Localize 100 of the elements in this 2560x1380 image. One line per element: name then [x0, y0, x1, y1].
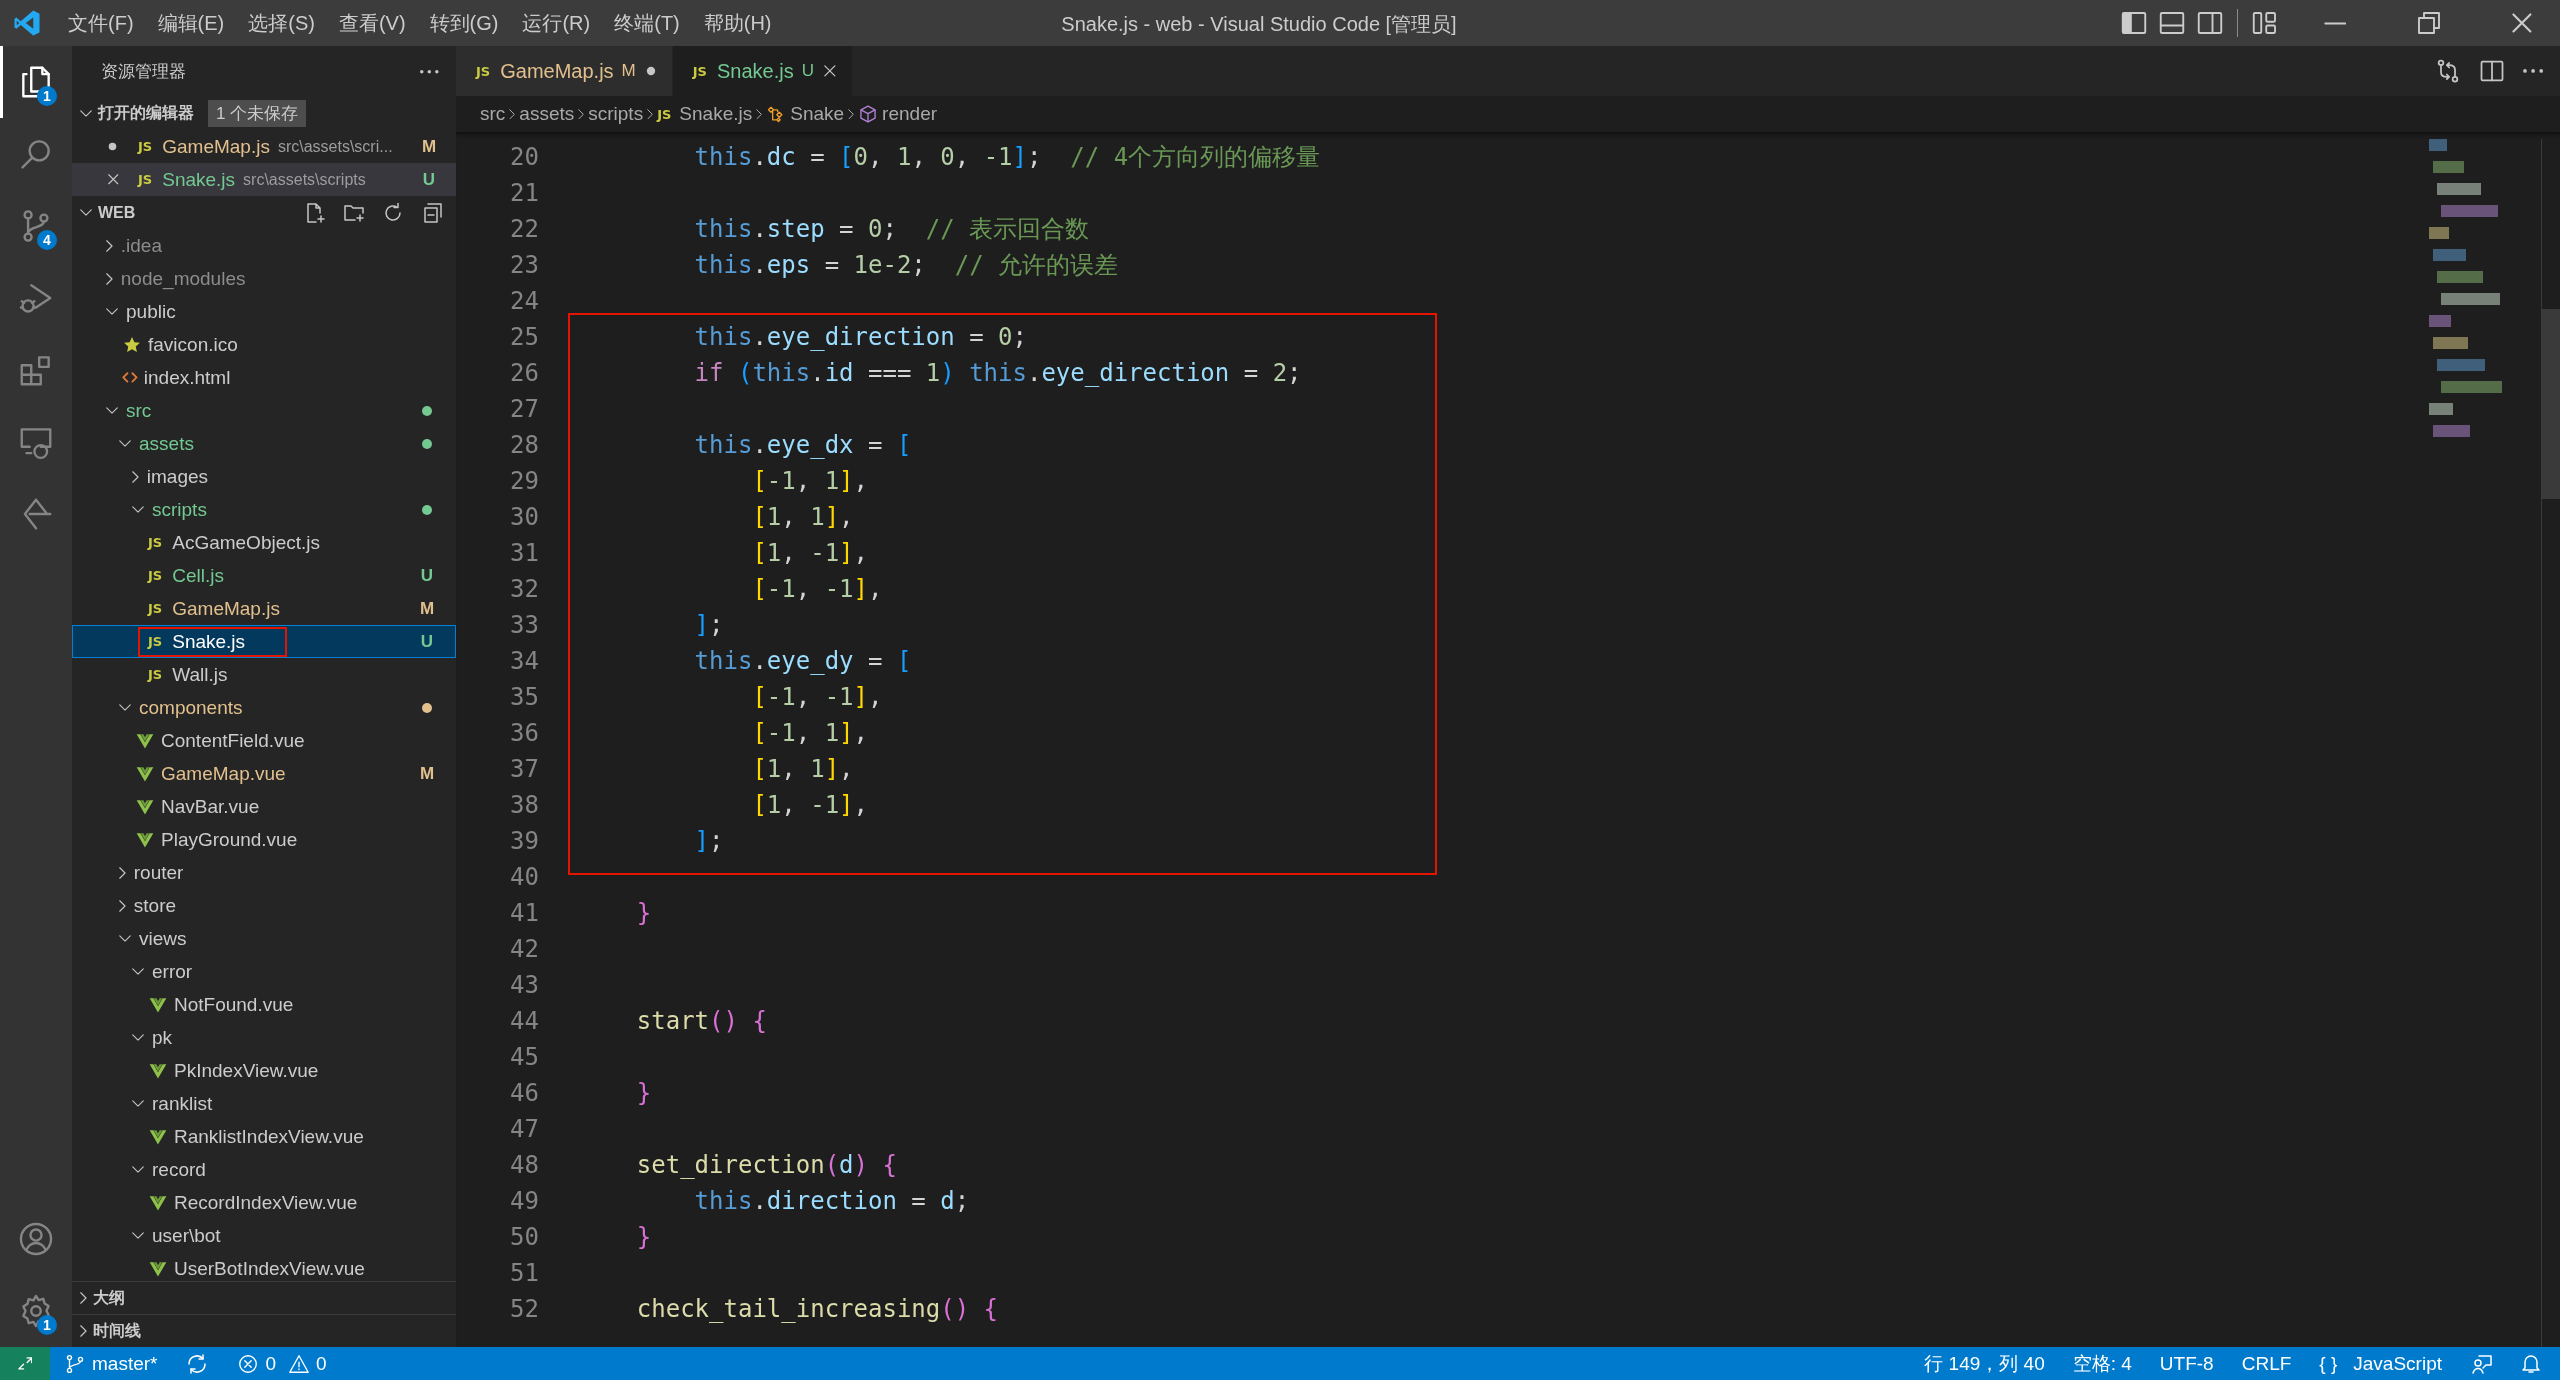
- tree-item[interactable]: JS Snake.js U: [72, 625, 456, 658]
- tree-item[interactable]: JS Cell.js U: [72, 559, 456, 592]
- tree-item[interactable]: NavBar.vue: [72, 790, 456, 823]
- chevron-icon: [80, 110, 92, 117]
- item-label: user\bot: [152, 1224, 221, 1247]
- item-label: PlayGround.vue: [161, 828, 298, 851]
- encoding[interactable]: UTF-8: [2145, 1352, 2228, 1375]
- breadcrumb-item[interactable]: render: [858, 103, 938, 125]
- breadcrumb-item[interactable]: src: [480, 103, 506, 125]
- line-number: 23: [509, 250, 540, 281]
- breadcrumb-item[interactable]: assets: [519, 103, 575, 125]
- tree-item[interactable]: public: [72, 295, 456, 328]
- tree-item[interactable]: user\bot: [72, 1219, 456, 1252]
- close-icon[interactable]: [108, 174, 119, 185]
- branch-button[interactable]: master*: [50, 1352, 172, 1375]
- tree-item[interactable]: PkIndexView.vue: [72, 1054, 456, 1087]
- unsaved-dot-icon[interactable]: [645, 66, 656, 76]
- item-label: router: [133, 861, 184, 884]
- open-editor-item[interactable]: JS Snake.js src\assets\scripts U: [72, 163, 456, 196]
- minimize-icon[interactable]: [2323, 20, 2347, 26]
- tree-item[interactable]: JS GameMap.js M: [72, 592, 456, 625]
- line-ending[interactable]: CRLF: [2227, 1352, 2306, 1375]
- item-label: store: [133, 894, 177, 917]
- tree-item[interactable]: favicon.ico: [72, 328, 456, 361]
- tree-item[interactable]: RanklistIndexView.vue: [72, 1120, 456, 1153]
- menu-item[interactable]: 编辑(E): [145, 5, 237, 41]
- remote-icon: [17, 1357, 33, 1370]
- section-header[interactable]: WEB: [72, 196, 456, 229]
- menu-item[interactable]: 查看(V): [326, 5, 418, 41]
- source-control-button[interactable]: 4: [0, 190, 72, 262]
- code-line: [1, 1],: [751, 754, 855, 785]
- problems-button[interactable]: 0 0: [223, 1352, 347, 1375]
- tree-item[interactable]: node_modules: [72, 262, 456, 295]
- tree-item[interactable]: ContentField.vue: [72, 724, 456, 757]
- item-label: scripts: [152, 498, 207, 521]
- git-status: M: [420, 598, 434, 619]
- more-icon[interactable]: [419, 68, 440, 75]
- breadcrumb-item[interactable]: JS Snake.js: [657, 103, 753, 125]
- menu-item[interactable]: 文件(F): [56, 5, 146, 41]
- tree-item[interactable]: pk: [72, 1021, 456, 1054]
- item-label: RanklistIndexView.vue: [174, 1125, 364, 1148]
- tree-item[interactable]: router: [72, 856, 456, 889]
- tree-item[interactable]: components: [72, 691, 456, 724]
- app-logo-icon: [12, 8, 42, 38]
- tree-item[interactable]: GameMap.vue M: [72, 757, 456, 790]
- line-number: 21: [509, 178, 540, 209]
- tree-item[interactable]: NotFound.vue: [72, 988, 456, 1021]
- line-number: 28: [509, 430, 540, 461]
- line-number: 44: [509, 1006, 540, 1037]
- menu-item[interactable]: 运行(R): [510, 5, 603, 41]
- tree-item[interactable]: JS AcGameObject.js: [72, 526, 456, 559]
- open-editor-item[interactable]: JS GameMap.js src\assets\scri... M: [72, 130, 456, 163]
- close-icon[interactable]: [823, 65, 836, 77]
- section-header[interactable]: 大纲: [72, 1281, 456, 1314]
- tree-item[interactable]: ranklist: [72, 1087, 456, 1120]
- tree-item[interactable]: scripts: [72, 493, 456, 526]
- tree-item[interactable]: error: [72, 955, 456, 988]
- item-label: NavBar.vue: [161, 795, 260, 818]
- tree-item[interactable]: assets: [72, 427, 456, 460]
- tree-item[interactable]: src: [72, 394, 456, 427]
- tree-item[interactable]: UserBotIndexView.vue: [72, 1252, 456, 1281]
- item-label: images: [146, 465, 209, 488]
- tree-item[interactable]: .idea: [72, 229, 456, 262]
- settings-button[interactable]: 1: [0, 1275, 72, 1347]
- item-label: GameMap.vue: [161, 762, 286, 785]
- menu-item[interactable]: 转到(G): [417, 5, 511, 41]
- editor-tab[interactable]: JS GameMap.js M: [456, 46, 673, 96]
- item-label: ContentField.vue: [161, 729, 305, 752]
- code-line: if (this.id === 1) this.eye_direction = 2;: [693, 358, 1303, 389]
- tree-item[interactable]: store: [72, 889, 456, 922]
- tree-item[interactable]: views: [72, 922, 456, 955]
- bell-icon[interactable]: [2522, 1354, 2540, 1373]
- tree-item[interactable]: JS Wall.js: [72, 658, 456, 691]
- tree-item[interactable]: images: [72, 460, 456, 493]
- line-number: 22: [509, 214, 540, 245]
- language-mode[interactable]: { } JavaScript: [2305, 1352, 2456, 1375]
- breadcrumb-item[interactable]: Snake: [766, 103, 845, 125]
- menu-item[interactable]: 选择(S): [236, 5, 327, 41]
- tree-item[interactable]: record: [72, 1153, 456, 1186]
- error-icon: [237, 1352, 260, 1375]
- breadcrumb-item[interactable]: scripts: [588, 103, 644, 125]
- menu-item[interactable]: 帮助(H): [691, 5, 784, 41]
- tree-item[interactable]: index.html: [72, 361, 456, 394]
- cursor-position[interactable]: 行 149，列 40: [1910, 1350, 2059, 1377]
- tree-item[interactable]: RecordIndexView.vue: [72, 1186, 456, 1219]
- file-type-icon: JS: [148, 568, 163, 583]
- close-icon[interactable]: [2512, 13, 2532, 33]
- item-label: ranklist: [152, 1092, 213, 1115]
- indentation[interactable]: 空格: 4: [2058, 1350, 2146, 1377]
- line-number: 20: [509, 142, 540, 173]
- editor-tab[interactable]: JS Snake.js U: [672, 46, 853, 96]
- tree-item[interactable]: PlayGround.vue: [72, 823, 456, 856]
- item-label: src: [126, 399, 152, 422]
- section-header[interactable]: 打开的编辑器 1 个未保存: [72, 97, 456, 130]
- code-line: [-1, -1],: [751, 574, 884, 605]
- scrollbar[interactable]: [2541, 139, 2560, 1347]
- menu-item[interactable]: 终端(T): [602, 5, 692, 41]
- more-icon[interactable]: [2521, 68, 2544, 74]
- file-type-icon: JS: [148, 601, 163, 616]
- unsaved-dot-icon[interactable]: [108, 142, 117, 151]
